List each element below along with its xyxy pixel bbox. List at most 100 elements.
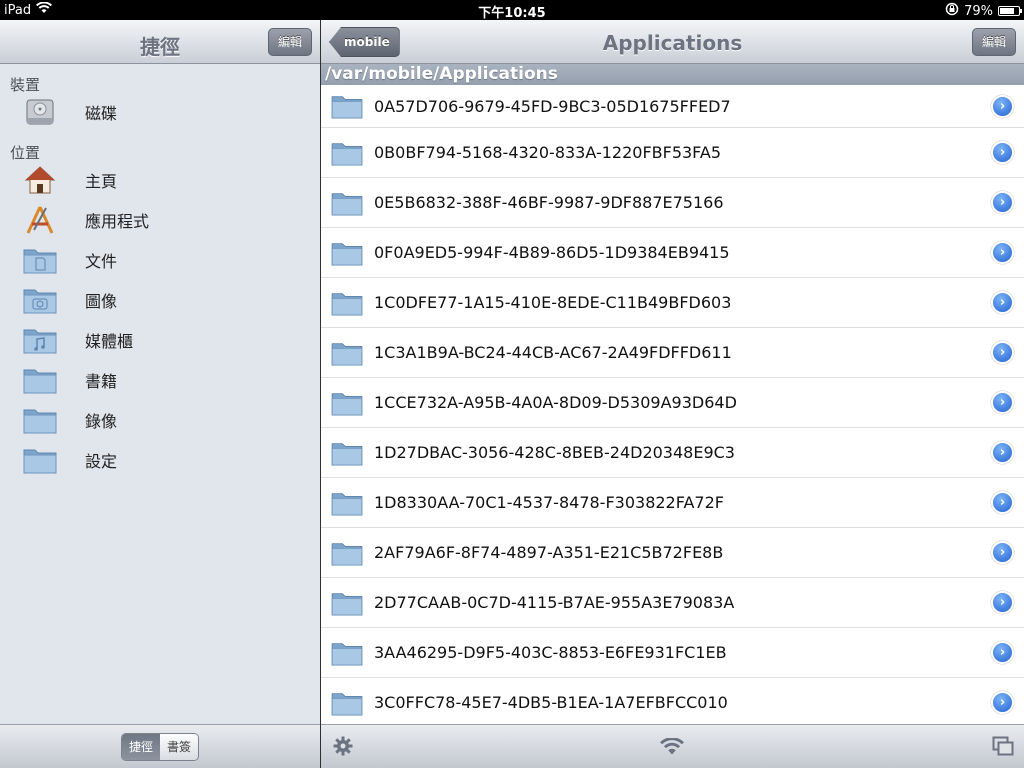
file-name: 3AA46295-D9F5-403C-8853-E6FE931FC1EB — [374, 643, 727, 662]
sidebar-item-label: 文件 — [85, 252, 118, 271]
sidebar-item-books[interactable]: 書籍 — [0, 360, 320, 400]
file-row[interactable]: 1C3A1B9A-BC24-44CB-AC67-2A49FDFFD611 › — [321, 328, 1024, 378]
disclosure-arrow-icon[interactable]: › — [991, 291, 1014, 314]
file-list: 0A57D706-9679-45FD-9BC3-05D1675FFED7 › 0B0… — [321, 85, 1024, 724]
sidebar-item-applications[interactable]: 應用程式 — [0, 200, 320, 240]
sidebar-item-label: 錄像 — [85, 412, 118, 431]
file-row[interactable]: 2AF79A6F-8F74-4897-A351-E21C5B72FE8B › — [321, 528, 1024, 578]
file-name: 1C3A1B9A-BC24-44CB-AC67-2A49FDFFD611 — [374, 343, 732, 362]
folder-icon — [331, 640, 363, 666]
main-navbar: mobile Applications 編輯 — [321, 20, 1024, 64]
battery-icon — [998, 6, 1022, 16]
folder-icon — [20, 364, 60, 396]
sidebar-item-label: 書籍 — [85, 372, 118, 391]
sidebar-item-music[interactable]: 媒體櫃 — [0, 320, 320, 360]
page-title: Applications — [602, 31, 743, 55]
file-name: 3C0FFC78-45E7-4DB5-B1EA-1A7EFBFCC010 — [374, 693, 728, 712]
sidebar-toolbar: 捷徑 書簽 — [0, 724, 320, 768]
windows-icon[interactable] — [992, 736, 1014, 760]
folder-icon — [331, 240, 363, 266]
file-name: 1D27DBAC-3056-428C-8BEB-24D20348E9C3 — [374, 443, 735, 462]
file-row[interactable]: 0B0BF794-5168-4320-833A-1220FBF53FA5 › — [321, 128, 1024, 178]
sidebar: 捷徑 編輯 裝置 磁碟 位置 主頁 應用程式 文件 圖像 媒體櫃 書籍 錄像 設… — [0, 20, 320, 768]
file-row[interactable]: 2D77CAAB-0C7D-4115-B7AE-955A3E79083A › — [321, 578, 1024, 628]
folder-icon — [331, 190, 363, 216]
file-row[interactable]: 0E5B6832-388F-46BF-9987-9DF887E75166 › — [321, 178, 1024, 228]
sidebar-navbar: 捷徑 編輯 — [0, 20, 320, 64]
sidebar-edit-button[interactable]: 編輯 — [267, 28, 312, 56]
sidebar-item-label: 設定 — [85, 452, 118, 471]
sidebar-item-documents[interactable]: 文件 — [0, 240, 320, 280]
folder-icon — [331, 490, 363, 516]
gear-icon[interactable] — [333, 736, 353, 760]
section-header-devices: 裝置 — [10, 76, 41, 94]
disclosure-arrow-icon[interactable]: › — [991, 241, 1014, 264]
sidebar-item-label: 圖像 — [85, 292, 118, 311]
file-row[interactable]: 0F0A9ED5-994F-4B89-86D5-1D9384EB9415 › — [321, 228, 1024, 278]
disclosure-arrow-icon[interactable]: › — [991, 691, 1014, 714]
path-bar: /var/mobile/Applications — [321, 64, 1024, 85]
folder-icon — [20, 444, 60, 476]
file-row[interactable]: 1D8330AA-70C1-4537-8478-F303822FA72F › — [321, 478, 1024, 528]
disk-icon — [20, 96, 60, 128]
clock: 下午10:45 — [478, 6, 546, 21]
folder-icon — [331, 590, 363, 616]
disclosure-arrow-icon[interactable]: › — [991, 141, 1014, 164]
documents-folder-icon — [20, 244, 60, 276]
file-name: 2AF79A6F-8F74-4897-A351-E21C5B72FE8B — [374, 543, 724, 562]
file-row[interactable]: 1CCE732A-A95B-4A0A-8D09-D5309A93D64D › — [321, 378, 1024, 428]
status-bar: iPad 下午10:45 79% — [0, 0, 1024, 21]
disclosure-arrow-icon[interactable]: › — [991, 191, 1014, 214]
sidebar-item-label: 主頁 — [85, 172, 118, 191]
disclosure-arrow-icon[interactable]: › — [991, 541, 1014, 564]
file-row[interactable]: 3C0FFC78-45E7-4DB5-B1EA-1A7EFBFCC010 › — [321, 678, 1024, 724]
file-row[interactable]: 0A57D706-9679-45FD-9BC3-05D1675FFED7 › — [321, 85, 1024, 128]
main-edit-button[interactable]: 編輯 — [971, 28, 1016, 56]
sidebar-item-settings[interactable]: 設定 — [0, 440, 320, 480]
segmented-control: 捷徑 書簽 — [121, 733, 199, 761]
file-name: 0F0A9ED5-994F-4B89-86D5-1D9384EB9415 — [374, 243, 730, 262]
folder-icon — [331, 540, 363, 566]
music-folder-icon — [20, 324, 60, 356]
sidebar-item-label: 應用程式 — [85, 212, 150, 231]
file-row[interactable]: 3AA46295-D9F5-403C-8853-E6FE931FC1EB › — [321, 628, 1024, 678]
segment-shortcuts[interactable]: 捷徑 — [122, 734, 160, 760]
disclosure-arrow-icon[interactable]: › — [991, 391, 1014, 414]
disclosure-arrow-icon[interactable]: › — [991, 94, 1014, 118]
folder-icon — [331, 140, 363, 166]
sidebar-item-label: 媒體櫃 — [85, 332, 134, 351]
file-name: 1C0DFE77-1A15-410E-8EDE-C11B49BFD603 — [374, 293, 732, 312]
wifi-icon[interactable] — [660, 737, 684, 760]
file-name: 1CCE732A-A95B-4A0A-8D09-D5309A93D64D — [374, 393, 737, 412]
folder-icon — [331, 440, 363, 466]
file-row[interactable]: 1C0DFE77-1A15-410E-8EDE-C11B49BFD603 › — [321, 278, 1024, 328]
folder-icon — [331, 290, 363, 316]
section-header-locations: 位置 — [10, 144, 41, 162]
sidebar-item-home[interactable]: 主頁 — [0, 160, 320, 200]
folder-icon — [331, 690, 363, 716]
disclosure-arrow-icon[interactable]: › — [991, 491, 1014, 514]
disclosure-arrow-icon[interactable]: › — [991, 441, 1014, 464]
segment-bookmarks[interactable]: 書簽 — [160, 734, 198, 760]
file-name: 2D77CAAB-0C7D-4115-B7AE-955A3E79083A — [374, 593, 735, 612]
file-name: 0A57D706-9679-45FD-9BC3-05D1675FFED7 — [374, 96, 731, 116]
sidebar-item-videos[interactable]: 錄像 — [0, 400, 320, 440]
folder-icon — [331, 340, 363, 366]
rotation-lock-icon — [945, 2, 959, 20]
sidebar-item-pictures[interactable]: 圖像 — [0, 280, 320, 320]
disclosure-arrow-icon[interactable]: › — [991, 641, 1014, 664]
sidebar-item-disk[interactable]: 磁碟 — [0, 92, 320, 132]
home-icon — [20, 164, 60, 196]
file-name: 1D8330AA-70C1-4537-8478-F303822FA72F — [374, 493, 724, 512]
file-name: 0E5B6832-388F-46BF-9987-9DF887E75166 — [374, 193, 724, 212]
folder-icon — [331, 93, 363, 119]
folder-icon — [20, 404, 60, 436]
file-name: 0B0BF794-5168-4320-833A-1220FBF53FA5 — [374, 143, 722, 162]
pictures-folder-icon — [20, 284, 60, 316]
disclosure-arrow-icon[interactable]: › — [991, 341, 1014, 364]
sidebar-item-label: 磁碟 — [85, 104, 118, 123]
main-toolbar — [321, 724, 1024, 768]
disclosure-arrow-icon[interactable]: › — [991, 591, 1014, 614]
file-row[interactable]: 1D27DBAC-3056-428C-8BEB-24D20348E9C3 › — [321, 428, 1024, 478]
applications-icon — [20, 204, 60, 236]
